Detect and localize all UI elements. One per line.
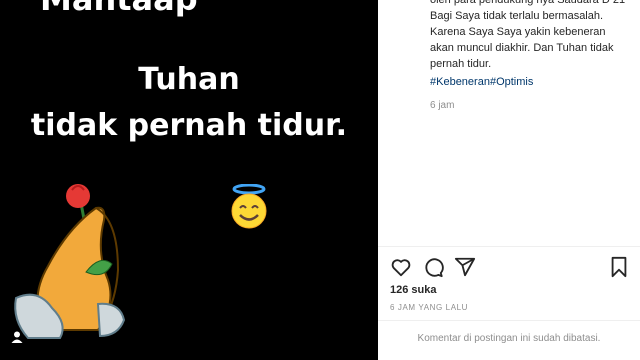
action-bar xyxy=(390,256,630,278)
hashtag-list: #Kebeneran#Optimis xyxy=(430,76,533,88)
post-image[interactable]: Mantaap Tuhan tidak pernah tidur. xyxy=(0,0,378,360)
divider xyxy=(378,320,640,321)
heart-icon[interactable] xyxy=(390,256,412,278)
post-caption: oleh para pendukung nya Saudara D 21 Bag… xyxy=(430,0,630,72)
caption-line: Bagi Saya tidak terlalu bermasalah. xyxy=(430,10,604,22)
caption-line: pernah tidur. xyxy=(430,58,492,70)
share-icon[interactable] xyxy=(454,256,476,278)
quote-line-1: Tuhan xyxy=(138,62,240,97)
hashtag-link[interactable]: #Optimis xyxy=(490,76,533,88)
caption-line: akan muncul diakhir. Dan Tuhan tidak xyxy=(430,42,614,54)
divider xyxy=(378,246,640,247)
post-timestamp[interactable]: 6 JAM YANG LALU xyxy=(390,303,468,312)
user-tag-icon[interactable] xyxy=(10,330,24,344)
comment-icon[interactable] xyxy=(422,256,444,278)
caption-line: Karena Saya Saya yakin kebeneran xyxy=(430,26,606,38)
praying-hands-illustration xyxy=(14,184,126,339)
post-sidebar: oleh para pendukung nya Saudara D 21 Bag… xyxy=(378,0,640,360)
bookmark-icon[interactable] xyxy=(608,256,630,278)
hashtag-link[interactable]: #Kebeneran xyxy=(430,76,490,88)
halo-smiley-emoji-icon xyxy=(231,184,267,229)
likes-count[interactable]: 126 suka xyxy=(390,284,436,296)
quote-line-2: tidak pernah tidur. xyxy=(30,108,348,143)
image-top-text: Mantaap xyxy=(40,0,198,18)
caption-line: oleh para pendukung nya Saudara D 21 xyxy=(430,0,626,6)
caption-timestamp: 6 jam xyxy=(430,100,455,111)
comments-disabled-notice: Komentar di postingan ini sudah dibatasi… xyxy=(417,333,601,344)
